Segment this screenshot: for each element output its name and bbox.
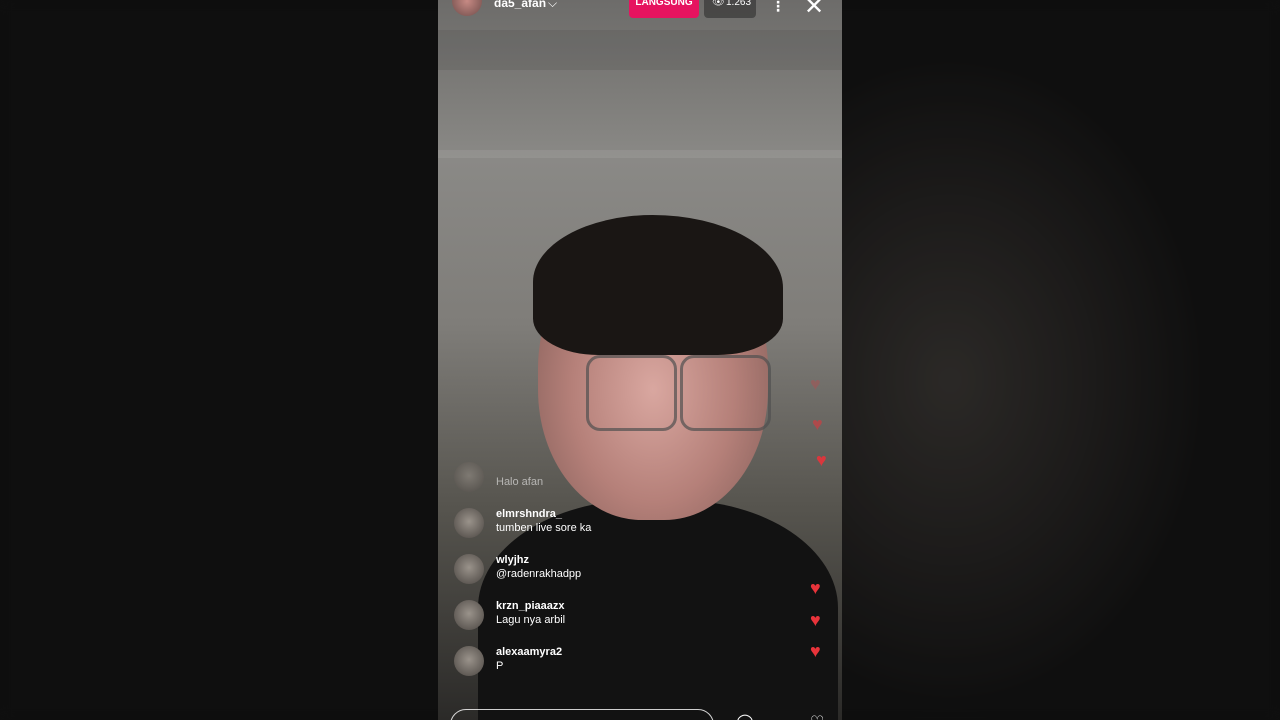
host-avatar[interactable]	[452, 0, 482, 16]
live-badge: LANGSUNG	[629, 0, 699, 18]
eye-icon: 👁	[712, 0, 725, 8]
heart-icon: ♥	[812, 414, 823, 434]
comment-item: alexaamyra2 P	[454, 646, 764, 692]
heart-icon: ♥	[810, 578, 821, 598]
comment-username[interactable]: wlyjhz	[496, 554, 529, 566]
live-top-bar: da5_afan ⌵ LANGSUNG 👁 1.263 ⋮ ✕	[438, 0, 842, 20]
heart-icon[interactable]: ♡	[810, 712, 824, 720]
comment-avatar[interactable]	[454, 600, 484, 630]
comment-avatar[interactable]	[454, 508, 484, 538]
viewer-count-badge[interactable]: 👁 1.263	[704, 0, 756, 18]
comment-username[interactable]: alexaamyra2	[496, 646, 562, 658]
streamer-glasses-right	[680, 355, 771, 431]
live-bottom-bar: ◯ ▭ ♡	[438, 700, 842, 720]
comment-avatar[interactable]	[454, 554, 484, 584]
comment-text: tumben live sore ka	[496, 522, 592, 534]
comment-item: Halo afan	[454, 462, 764, 508]
comment-text: @radenrakhadpp	[496, 568, 582, 580]
question-icon[interactable]: ◯	[736, 712, 754, 720]
heart-icon: ♥	[810, 610, 821, 630]
comment-text: P	[496, 660, 504, 672]
video-wall-edge	[438, 150, 842, 158]
streamer-glasses-left	[586, 355, 677, 431]
comment-item: wlyjhz @radenrakhadpp	[454, 554, 764, 600]
comment-item: krzn_piaaazx Lagu nya arbil	[454, 600, 764, 646]
comment-username[interactable]: krzn_piaaazx	[496, 600, 564, 612]
heart-icon: ♥	[816, 450, 827, 470]
comment-input[interactable]	[450, 709, 714, 720]
comment-avatar[interactable]	[454, 646, 484, 676]
share-icon[interactable]: ▭	[770, 712, 785, 720]
chevron-down-icon[interactable]: ⌵	[548, 0, 557, 11]
viewer-count: 1.263	[726, 0, 752, 8]
live-stream-frame: da5_afan ⌵ LANGSUNG 👁 1.263 ⋮ ✕ ♥ ♥ ♥ ♥ …	[438, 0, 842, 720]
comment-text: Lagu nya arbil	[496, 614, 566, 626]
video-ceiling	[438, 30, 842, 70]
comment-feed: Halo afan elmrshndra_ tumben live sore k…	[454, 462, 764, 692]
heart-icon: ♥	[810, 641, 821, 661]
comment-text: Halo afan	[496, 476, 544, 488]
comment-avatar[interactable]	[454, 462, 484, 492]
streamer-hair	[533, 215, 783, 355]
more-vertical-icon[interactable]: ⋮	[771, 0, 785, 15]
host-username[interactable]: da5_afan	[494, 0, 546, 10]
heart-icon: ♥	[810, 374, 821, 394]
comment-username[interactable]: elmrshndra_	[496, 508, 562, 520]
close-icon[interactable]: ✕	[804, 0, 824, 21]
comment-item: elmrshndra_ tumben live sore ka	[454, 508, 764, 554]
